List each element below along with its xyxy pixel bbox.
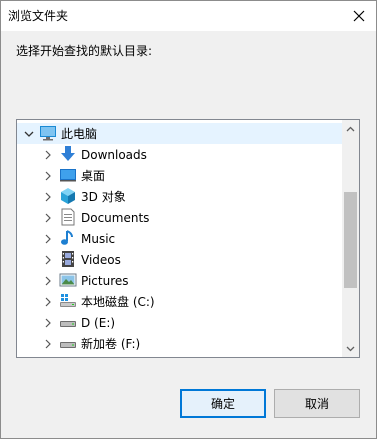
tree-item-label: 3D 对象 [81, 190, 126, 204]
chevron-right-icon[interactable] [43, 213, 53, 223]
drive-icon [60, 342, 76, 348]
chevron-right-icon[interactable] [43, 339, 53, 349]
chevron-right-icon[interactable] [43, 255, 53, 265]
tree-list: 此电脑 Downloads 桌面 3D 对象 Documents Music V… [17, 120, 342, 357]
tree-item-label: Videos [81, 252, 121, 267]
tree-item-label: Downloads [81, 147, 147, 162]
ok-button[interactable]: 确定 [180, 389, 266, 418]
prompt-text: 选择开始查找的默认目录: [16, 44, 153, 58]
music-note-icon [61, 230, 73, 245]
chevron-up-icon [346, 126, 355, 131]
tree-item-this-pc[interactable]: 此电脑 [17, 123, 342, 144]
chevron-right-icon[interactable] [43, 192, 53, 202]
vertical-scrollbar[interactable] [342, 120, 359, 357]
tree-item-documents[interactable]: Documents [17, 207, 342, 228]
browse-folder-dialog: 浏览文件夹 选择开始查找的默认目录: 此电脑 Downloads 桌面 3D 对… [0, 0, 377, 439]
tree-item-drive-e[interactable]: D (E:) [17, 312, 342, 333]
chevron-right-icon[interactable] [43, 276, 53, 286]
tree-item-label: 桌面 [81, 169, 106, 183]
document-icon [61, 208, 75, 226]
chevron-down-icon[interactable] [24, 129, 34, 139]
close-icon [353, 10, 365, 22]
tree-item-drive-c[interactable]: 本地磁盘 (C:) [17, 291, 342, 312]
cancel-button[interactable]: 取消 [274, 389, 360, 418]
chevron-down-icon [346, 346, 355, 351]
tree-item-drive-f[interactable]: 新加卷 (F:) [17, 333, 342, 354]
tree-item-label: 本地磁盘 (C:) [81, 295, 155, 309]
tree-item-label: 新加卷 (F:) [81, 337, 141, 351]
chevron-right-icon[interactable] [43, 318, 53, 328]
tree-item-label: Music [81, 231, 116, 246]
download-arrow-icon [61, 146, 75, 161]
tree-item-desktop[interactable]: 桌面 [17, 165, 342, 186]
tree-item-downloads[interactable]: Downloads [17, 144, 342, 165]
scroll-thumb[interactable] [344, 192, 357, 288]
scroll-up-button[interactable] [342, 120, 359, 137]
tree-item-label: Documents [81, 210, 150, 225]
drive-icon [60, 321, 76, 327]
computer-icon [40, 126, 56, 141]
scroll-down-button[interactable] [342, 340, 359, 357]
chevron-right-icon[interactable] [43, 171, 53, 181]
chevron-right-icon[interactable] [43, 150, 53, 160]
chevron-right-icon[interactable] [43, 234, 53, 244]
tree-item-label: D (E:) [81, 315, 116, 330]
tree-item-label: 此电脑 [61, 127, 98, 141]
tree-item-music[interactable]: Music [17, 228, 342, 249]
tree-item-label: Pictures [81, 273, 129, 288]
tree-item-pictures[interactable]: Pictures [17, 270, 342, 291]
desktop-icon [60, 169, 76, 182]
picture-icon [59, 273, 77, 287]
folder-tree[interactable]: 此电脑 Downloads 桌面 3D 对象 Documents Music V… [16, 119, 360, 358]
title-bar: 浏览文件夹 [1, 1, 376, 31]
tree-item-3d-objects[interactable]: 3D 对象 [17, 186, 342, 207]
cube-3d-icon [61, 188, 75, 204]
dialog-title: 浏览文件夹 [8, 9, 69, 23]
film-icon [62, 251, 74, 267]
windows-drive-icon [60, 294, 76, 307]
chevron-right-icon[interactable] [43, 297, 53, 307]
close-button[interactable] [342, 1, 376, 31]
tree-item-videos[interactable]: Videos [17, 249, 342, 270]
